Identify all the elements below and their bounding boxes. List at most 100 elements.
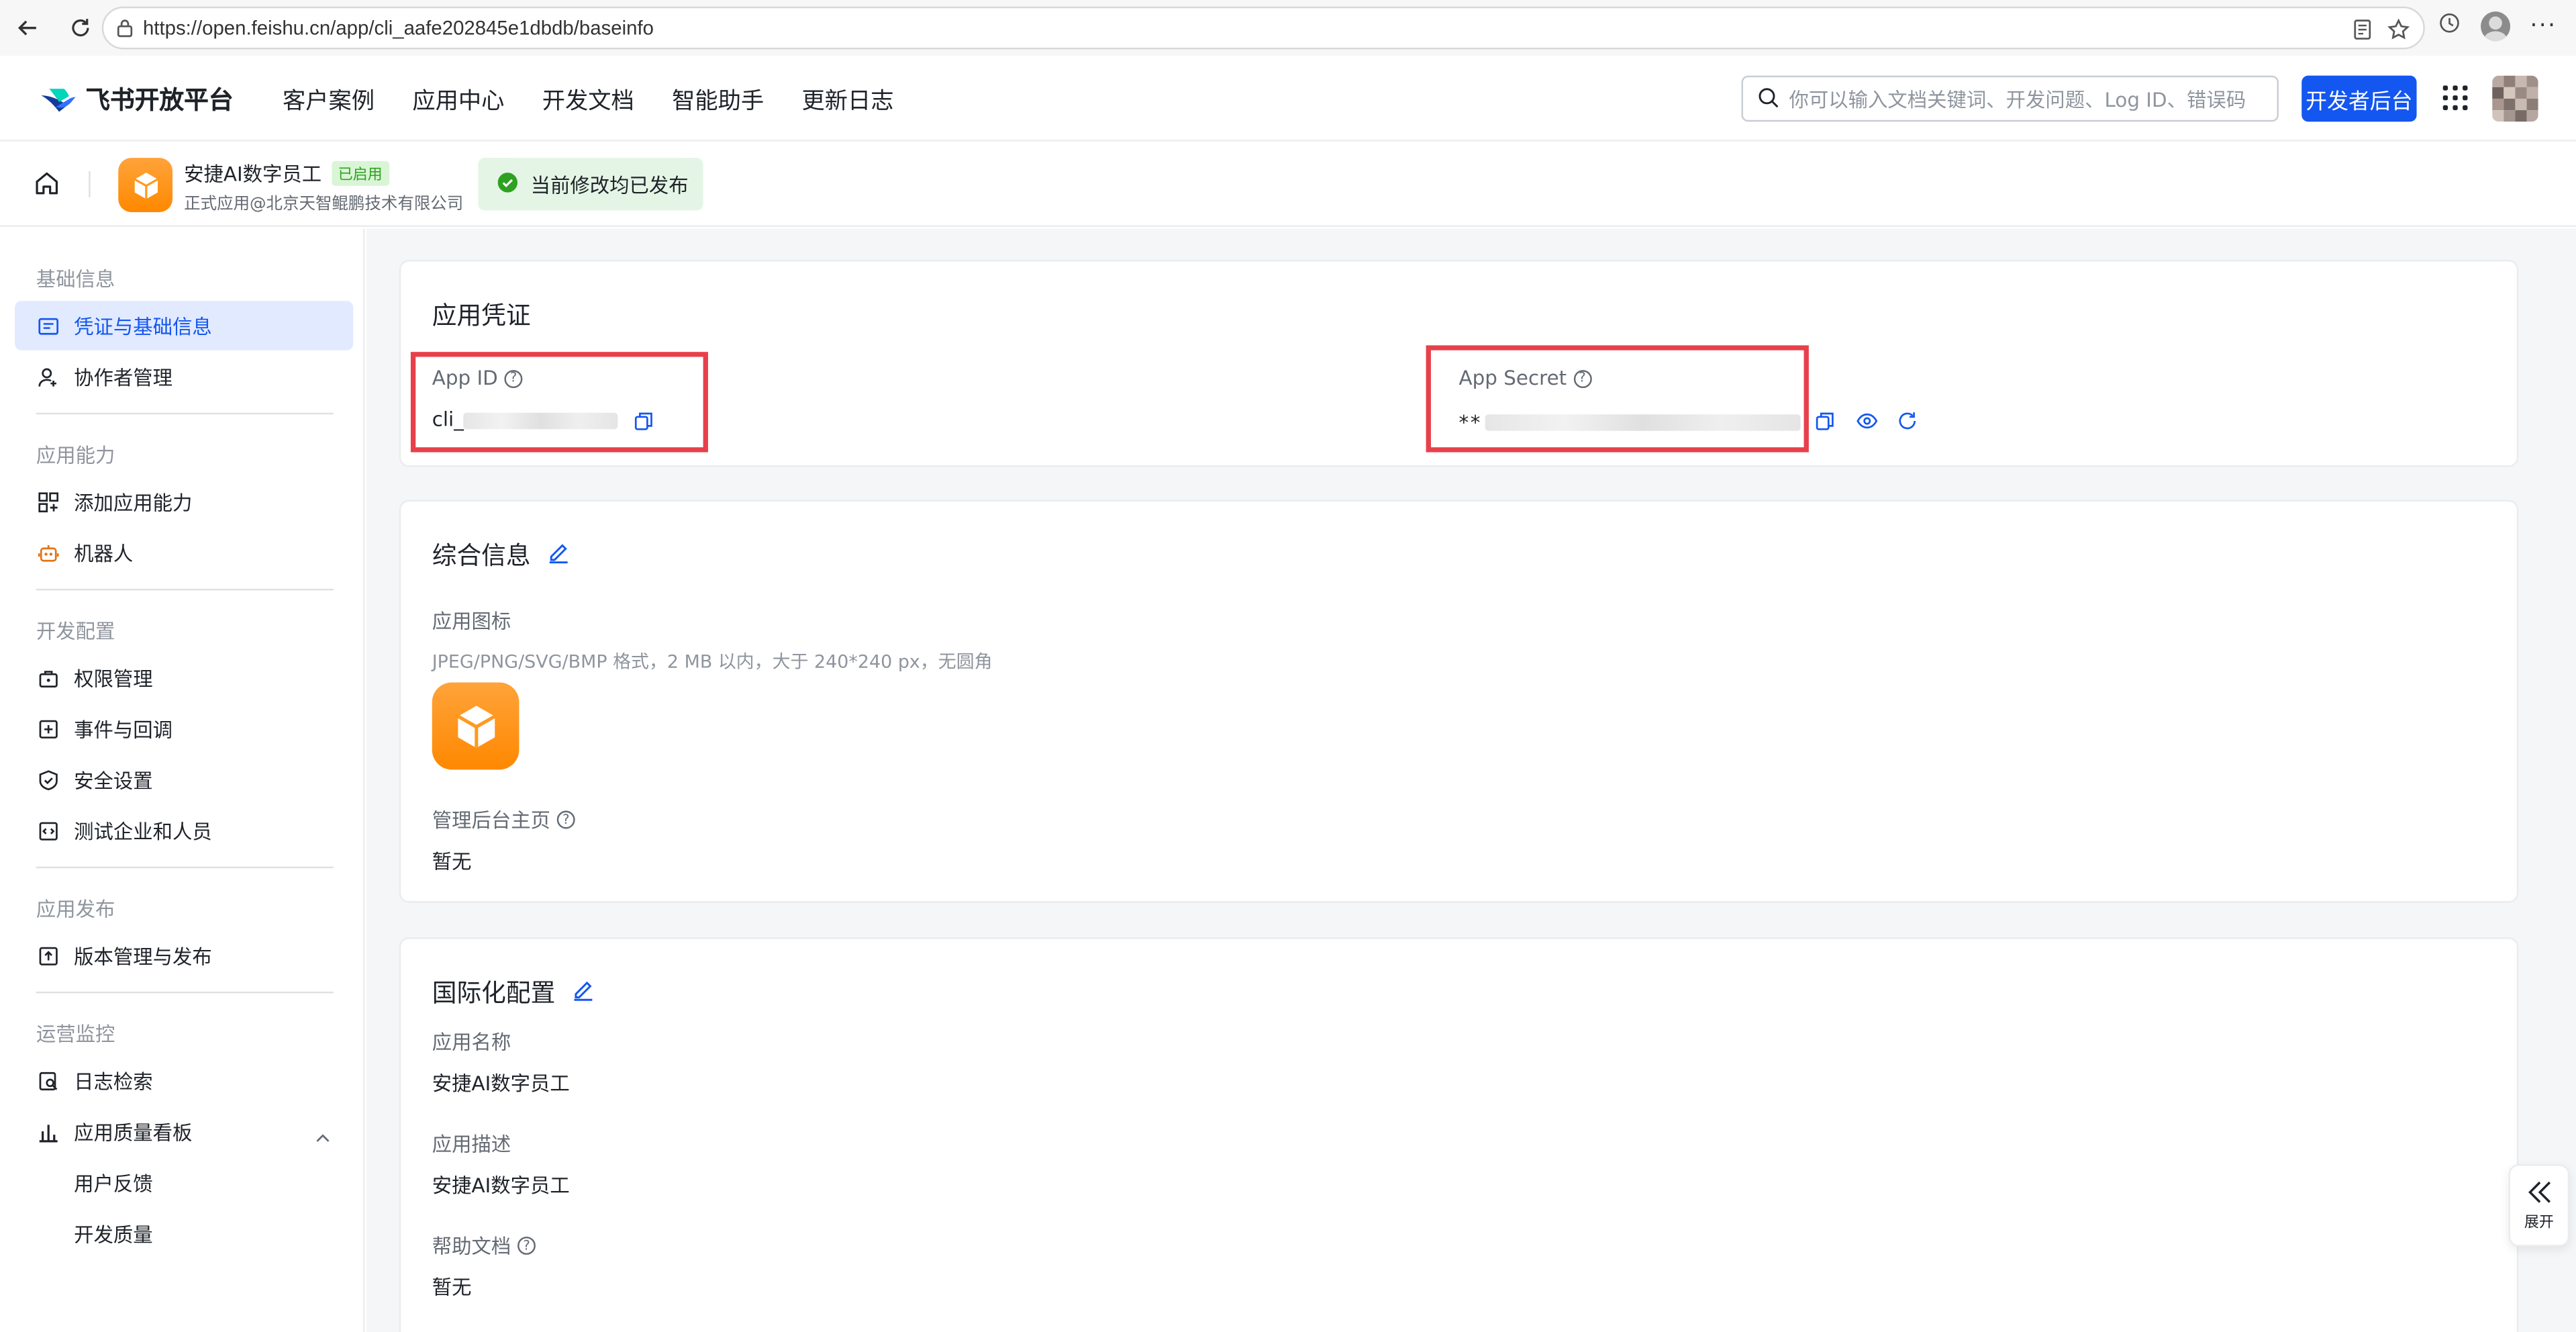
favorite-star-icon[interactable] [2387,16,2410,48]
sidebar-item-logs[interactable]: 日志检索 [15,1056,353,1105]
sidebar-item-label: 用户反馈 [74,1172,153,1195]
add-module-icon [38,491,59,512]
nav-link-assistant[interactable]: 智能助手 [672,84,764,117]
app-icon-hint: JPEG/PNG/SVG/BMP 格式，2 MB 以内，大于 240*240 p… [432,651,993,673]
sidebar-item-test-tenants[interactable]: 测试企业和人员 [15,806,353,855]
expand-label: 展开 [2524,1214,2554,1231]
sidebar-item-label: 事件与回调 [74,718,173,741]
i18n-title: 国际化配置 [432,975,595,1009]
help-doc-value: 暂无 [432,1276,472,1300]
help-doc-label-text: 帮助文档 [432,1235,511,1258]
app-grid-icon[interactable] [2442,85,2468,111]
sidebar-divider [36,588,334,591]
chevron-up-icon[interactable] [315,1125,330,1147]
admin-home-label-text: 管理后台主页 [432,809,551,832]
event-icon [39,719,58,738]
nav-link-docs[interactable]: 开发文档 [542,84,634,117]
nav-link-cases[interactable]: 客户案例 [283,84,375,117]
sidebar-item-permissions[interactable]: 权限管理 [15,653,353,702]
url-text: https://open.feishu.cn/app/cli_aafe20284… [142,16,654,40]
publish-status: 当前修改均已发布 [478,158,703,211]
credentials-title: 应用凭证 [432,297,531,332]
expand-panel-button[interactable]: 展开 [2508,1164,2570,1247]
sidebar-item-label: 机器人 [74,542,134,565]
sidebar-item-label: 应用质量看板 [74,1121,193,1144]
sidebar-item-dev-quality[interactable]: 开发质量 [15,1208,353,1257]
sidebar-divider [36,991,334,994]
nav-link-changelog[interactable]: 更新日志 [801,84,893,117]
sidebar-item-label: 版本管理与发布 [74,945,212,968]
sidebar-item-credentials[interactable]: 凭证与基础信息 [15,301,354,350]
i18n-card: 国际化配置 应用名称 安捷AI数字员工 应用描述 安捷AI数字员工 帮助文档 ?… [399,937,2519,1332]
search-placeholder: 你可以输入文档关键词、开发问题、Log ID、错误码 [1789,88,2246,111]
sidebar-group-monitoring: 运营监控 [36,1022,115,1046]
app-name-label: 应用名称 [432,1031,511,1055]
history-icon[interactable] [2438,10,2461,42]
sidebar-group-capabilities: 应用能力 [36,444,115,467]
upload-icon [39,946,58,965]
address-bar[interactable]: https://open.feishu.cn/app/cli_aafe20284… [101,6,2425,50]
sidebar-divider [36,866,334,869]
general-info-title: 综合信息 [432,538,571,572]
developer-console-button[interactable]: 开发者后台 [2301,75,2417,122]
screen: https://open.feishu.cn/app/cli_aafe20284… [0,0,2576,1332]
search-input[interactable]: 你可以输入文档关键词、开发问题、Log ID、错误码 [1741,75,2279,122]
check-circle-icon [497,171,518,197]
app-desc-label: 应用描述 [432,1133,511,1156]
browser-toolbar: https://open.feishu.cn/app/cli_aafe20284… [0,0,2576,56]
sidebar-item-quality-dashboard[interactable]: 应用质量看板 [15,1106,353,1155]
edit-icon[interactable] [547,540,570,570]
admin-home-value: 暂无 [432,850,472,873]
app-name-value: 安捷AI数字员工 [432,1072,570,1096]
app-icon-label: 应用图标 [432,610,511,634]
sidebar-item-label: 测试企业和人员 [74,820,212,843]
sidebar-item-label: 权限管理 [74,667,153,690]
credentials-title-text: 应用凭证 [432,301,531,331]
reload-icon[interactable] [62,10,99,46]
sidebar-item-bot[interactable]: 机器人 [15,528,353,577]
copy-icon[interactable] [1814,410,1836,432]
sidebar-item-label: 开发质量 [74,1223,153,1246]
back-icon[interactable] [10,10,46,46]
app-icon-upload[interactable] [432,682,519,770]
sidebar-divider [36,412,334,415]
reader-mode-icon[interactable] [2351,16,2374,48]
main-content: 应用凭证 App ID ? cli_ App Secret ? ** 综合信息 … [366,228,2576,1332]
sidebar-item-add-capability[interactable]: 添加应用能力 [15,477,353,526]
user-avatar[interactable] [2492,75,2538,122]
sidebar-group-release: 应用发布 [36,898,115,921]
help-doc-label: 帮助文档 ? [432,1232,536,1260]
sidebar-item-label: 添加应用能力 [74,491,193,514]
sidebar-item-versions[interactable]: 版本管理与发布 [15,931,353,980]
sidebar: 基础信息 凭证与基础信息 协作者管理 应用能力 添加应用能力 机器人 开发配置 … [0,228,365,1332]
nav-link-app-center[interactable]: 应用中心 [412,84,504,117]
app-name: 安捷AI数字员工 [184,162,322,186]
help-icon[interactable]: ? [517,1236,536,1255]
status-badge: 已启用 [331,161,389,186]
help-icon[interactable]: ? [556,810,575,829]
id-card-icon [38,317,59,334]
sidebar-item-collaborators[interactable]: 协作者管理 [15,352,353,401]
home-icon[interactable] [33,169,61,203]
eye-icon[interactable] [1854,410,1877,432]
more-options-icon[interactable]: ··· [2530,12,2557,38]
logo-text: 飞书开放平台 [85,85,234,115]
sidebar-item-label: 安全设置 [74,769,153,792]
i18n-title-text: 国际化配置 [432,978,556,1008]
refresh-icon[interactable] [1896,410,1919,432]
feishu-logo[interactable]: 飞书开放平台 [40,82,234,116]
robot-icon [38,544,59,561]
sidebar-item-events[interactable]: 事件与回调 [15,704,353,753]
general-info-title-text: 综合信息 [432,540,531,571]
edit-icon[interactable] [572,978,595,1007]
profile-avatar-icon[interactable] [2481,10,2511,41]
shield-icon [39,769,58,790]
app-id-highlight-box [410,352,708,453]
double-chevron-left-icon [2527,1180,2550,1202]
sidebar-item-label: 凭证与基础信息 [74,315,212,338]
cube-icon [456,705,495,747]
sidebar-item-security[interactable]: 安全设置 [15,755,353,804]
admin-home-label: 管理后台主页 ? [432,806,575,834]
sidebar-item-user-feedback[interactable]: 用户反馈 [15,1157,353,1206]
app-header: 安捷AI数字员工 已启用 正式应用@北京天智鲲鹏技术有限公司 当前修改均已发布 [0,141,2576,228]
